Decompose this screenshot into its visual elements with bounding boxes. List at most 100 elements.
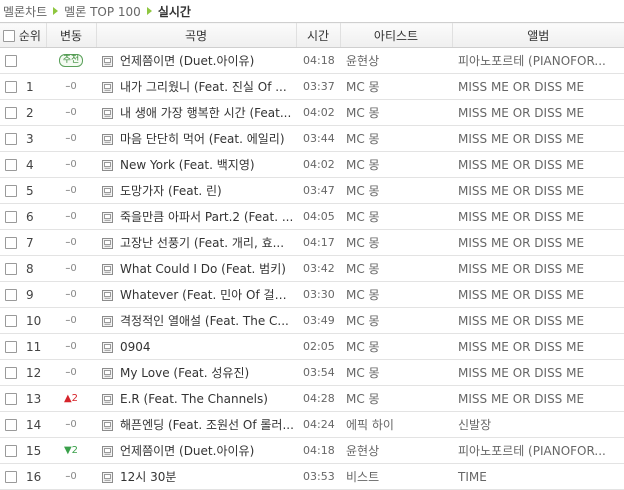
song-info-icon[interactable] [102, 316, 113, 327]
album-name[interactable]: MISS ME OR DISS ME [452, 177, 624, 204]
album-name[interactable]: MISS ME OR DISS ME [452, 307, 624, 334]
song-title[interactable]: My Love (Feat. 성유진) [120, 366, 249, 380]
song-title[interactable]: 내가 그리웠니 (Feat. 진실 Of ... [120, 80, 287, 94]
table-row[interactable]: 1 –0 내가 그리웠니 (Feat. 진실 Of ... 03:37 MC 몽 MISS… [0, 73, 624, 100]
row-checkbox[interactable] [5, 211, 17, 223]
song-title[interactable]: 12시 30분 [120, 470, 176, 484]
artist-name[interactable]: MC 몽 [340, 359, 452, 386]
artist-name[interactable]: MC 몽 [340, 333, 452, 360]
table-row[interactable]: 8 –0 What Could I Do (Feat. 범키) 03:42 MC 몽 MI… [0, 255, 624, 282]
song-info-icon[interactable] [102, 238, 113, 249]
artist-name[interactable]: MC 몽 [340, 99, 452, 126]
song-title[interactable]: E.R (Feat. The Channels) [120, 392, 268, 406]
song-info-icon[interactable] [102, 82, 113, 93]
song-info-icon[interactable] [102, 212, 113, 223]
table-row[interactable]: 2 –0 내 생애 가장 행복한 시간 (Feat... 04:02 MC 몽 MISS … [0, 99, 624, 126]
song-title[interactable]: 언제쯤이면 (Duet.아이유) [120, 54, 254, 68]
song-title[interactable]: New York (Feat. 백지영) [120, 158, 255, 172]
song-title[interactable]: 도망가자 (Feat. 린) [120, 184, 222, 198]
row-checkbox[interactable] [5, 237, 17, 249]
row-checkbox[interactable] [5, 81, 17, 93]
table-row[interactable]: 9 –0 Whatever (Feat. 민아 Of 걸스... 03:30 MC 몽M… [0, 281, 624, 308]
album-name[interactable]: MISS ME OR DISS ME [452, 125, 624, 152]
artist-name[interactable]: MC 몽 [340, 125, 452, 152]
artist-name[interactable]: MC 몽 [340, 229, 452, 256]
row-checkbox[interactable] [5, 367, 17, 379]
album-name[interactable]: MISS ME OR DISS ME [452, 281, 624, 308]
song-info-icon[interactable] [102, 290, 113, 301]
table-row[interactable]: 5 –0 도망가자 (Feat. 린) 03:47 MC 몽 MISS ME OR DIS… [0, 177, 624, 204]
artist-name[interactable]: MC 몽 [340, 151, 452, 178]
album-name[interactable]: MISS ME OR DISS ME [452, 385, 624, 412]
table-row[interactable]: 14 –0 해픈엔딩 (Feat. 조원선 Of 롤러... 04:24 에픽 하이 신발… [0, 411, 624, 438]
table-row[interactable]: 15 ▼2 언제쯤이면 (Duet.아이유) 04:18 윤현상 피아노포르테 (PIAN… [0, 437, 624, 464]
song-title[interactable]: What Could I Do (Feat. 범키) [120, 262, 286, 276]
song-info-icon[interactable] [102, 186, 113, 197]
breadcrumb-top100[interactable]: 멜론 TOP 100 [64, 3, 141, 20]
artist-name[interactable]: MC 몽 [340, 203, 452, 230]
song-title[interactable]: 언제쯤이면 (Duet.아이유) [120, 444, 254, 458]
album-name[interactable]: MISS ME OR DISS ME [452, 99, 624, 126]
breadcrumb-melon-chart[interactable]: 멜론차트 [3, 3, 47, 20]
song-info-icon[interactable] [102, 420, 113, 431]
song-info-icon[interactable] [102, 368, 113, 379]
song-title[interactable]: Whatever (Feat. 민아 Of 걸스... [120, 288, 296, 302]
album-name[interactable]: MISS ME OR DISS ME [452, 359, 624, 386]
table-row[interactable]: 3 –0 마음 단단히 먹어 (Feat. 에일리) 03:44 MC 몽 MISS ME… [0, 125, 624, 152]
album-name[interactable]: 피아노포르테 (PIANOFOR... [452, 47, 624, 74]
song-title[interactable]: 마음 단단히 먹어 (Feat. 에일리) [120, 132, 285, 146]
song-info-icon[interactable] [102, 108, 113, 119]
row-checkbox[interactable] [5, 107, 17, 119]
song-info-icon[interactable] [102, 264, 113, 275]
album-name[interactable]: MISS ME OR DISS ME [452, 255, 624, 282]
table-row[interactable]: 추천 언제쯤이면 (Duet.아이유) 04:18 윤현상 피아노포르테 (PIANOF… [0, 47, 624, 74]
row-checkbox[interactable] [5, 263, 17, 275]
table-row[interactable]: 16 –0 12시 30분 03:53 비스트 TIME [0, 463, 624, 490]
album-name[interactable]: 피아노포르테 (PIANOFOR... [452, 437, 624, 464]
song-info-icon[interactable] [102, 341, 113, 353]
artist-name[interactable]: MC 몽 [340, 177, 452, 204]
breadcrumb-realtime[interactable]: 실시간 [158, 3, 191, 20]
album-name[interactable]: 신발장 [452, 411, 624, 438]
song-title[interactable]: 내 생애 가장 행복한 시간 (Feat... [120, 106, 291, 120]
table-row[interactable]: 12 –0 My Love (Feat. 성유진) 03:54 MC 몽 MISS ME … [0, 359, 624, 386]
album-name[interactable]: TIME [452, 463, 624, 490]
artist-name[interactable]: 윤현상 [340, 47, 452, 74]
table-row[interactable]: 4 –0 New York (Feat. 백지영) 04:02 MC 몽 MISS ME … [0, 151, 624, 178]
song-info-icon[interactable] [102, 56, 113, 67]
song-title[interactable]: 고장난 선풍기 (Feat. 개리, 효... [120, 236, 284, 250]
table-row[interactable]: 13 ▲2 E.R (Feat. The Channels) 04:28 MC 몽 MIS… [0, 385, 624, 412]
song-info-icon[interactable] [102, 472, 113, 483]
artist-name[interactable]: MC 몽 [340, 73, 452, 100]
table-row[interactable]: 7 –0 고장난 선풍기 (Feat. 개리, 효... 04:17 MC 몽 MISS … [0, 229, 624, 256]
artist-name[interactable]: MC 몽 [340, 307, 452, 334]
song-info-icon[interactable] [102, 393, 113, 405]
artist-name[interactable]: MC 몽 [340, 385, 452, 412]
song-title[interactable]: 죽을만큼 아파서 Part.2 (Feat. ... [120, 210, 293, 224]
song-title[interactable]: 해픈엔딩 (Feat. 조원선 Of 롤러... [120, 418, 294, 432]
row-checkbox[interactable] [5, 341, 17, 353]
table-row[interactable]: 6 –0 죽을만큼 아파서 Part.2 (Feat. ... 04:05 MC 몽 MI… [0, 203, 624, 230]
row-checkbox[interactable] [5, 289, 17, 301]
row-checkbox[interactable] [5, 445, 17, 457]
album-name[interactable]: MISS ME OR DISS ME [452, 229, 624, 256]
table-row[interactable]: 10 –0 격정적인 열애설 (Feat. The C... 03:49 MC 몽 MIS… [0, 307, 624, 334]
row-checkbox[interactable] [5, 471, 17, 483]
row-checkbox[interactable] [5, 133, 17, 145]
song-title[interactable]: 0904 [120, 340, 151, 354]
artist-name[interactable]: 윤현상 [340, 437, 452, 464]
artist-name[interactable]: 에픽 하이 [340, 411, 452, 438]
artist-name[interactable]: 비스트 [340, 463, 452, 490]
album-name[interactable]: MISS ME OR DISS ME [452, 151, 624, 178]
row-checkbox[interactable] [5, 55, 17, 67]
row-checkbox[interactable] [5, 159, 17, 171]
row-checkbox[interactable] [5, 393, 17, 405]
album-name[interactable]: MISS ME OR DISS ME [452, 73, 624, 100]
album-name[interactable]: MISS ME OR DISS ME [452, 333, 624, 360]
select-all-checkbox[interactable] [3, 30, 15, 42]
table-row[interactable]: 11 –0 0904 02:05 MC 몽 MISS ME OR DISS ME [0, 333, 624, 360]
row-checkbox[interactable] [5, 419, 17, 431]
row-checkbox[interactable] [5, 315, 17, 327]
song-info-icon[interactable] [102, 134, 113, 145]
song-info-icon[interactable] [102, 446, 113, 457]
